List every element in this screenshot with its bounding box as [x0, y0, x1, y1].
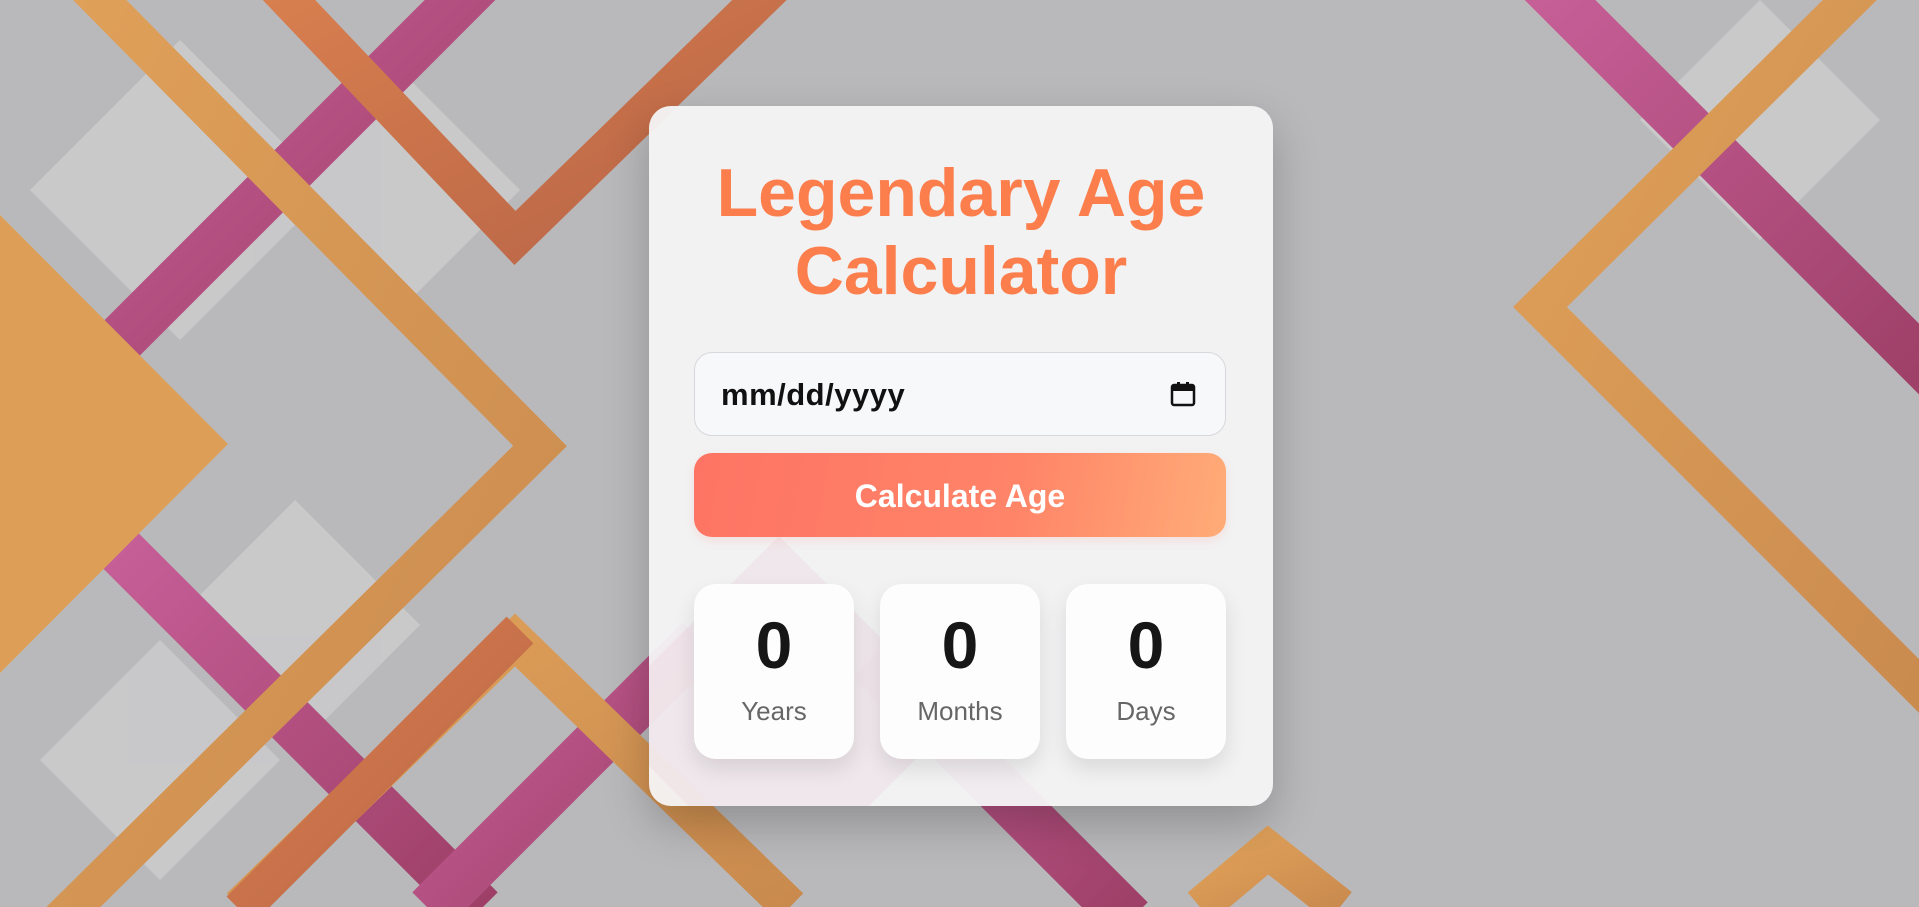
days-card: 0 Days [1066, 584, 1226, 759]
years-card: 0 Years [694, 584, 854, 759]
date-placeholder: mm/dd/yyyy [721, 377, 906, 412]
years-value: 0 [755, 608, 793, 682]
days-label: Days [1116, 696, 1176, 726]
months-label: Months [917, 696, 1003, 726]
calculate-age-button[interactable]: Calculate Age [694, 453, 1226, 537]
months-value: 0 [941, 608, 979, 682]
days-value: 0 [1127, 608, 1165, 682]
page-title: Legendary Age Calculator [716, 155, 1206, 309]
birthdate-input[interactable]: mm/dd/yyyy [694, 352, 1226, 436]
calculator-card: Legendary Age Calculator mm/dd/yyyy Calc… [649, 106, 1273, 806]
months-card: 0 Months [880, 584, 1040, 759]
calendar-icon[interactable] [1169, 380, 1197, 408]
years-label: Years [741, 696, 807, 726]
